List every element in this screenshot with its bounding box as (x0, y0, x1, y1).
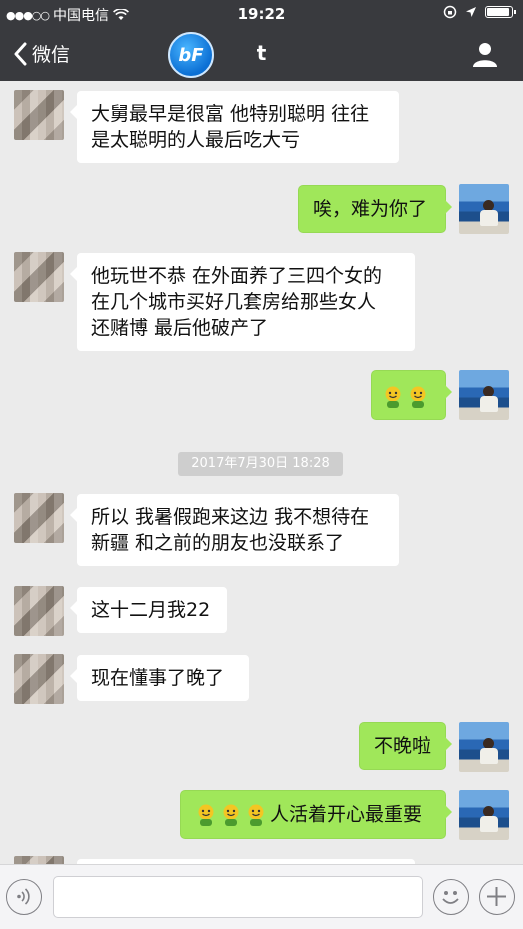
voice-icon (17, 888, 30, 905)
message-text: 不晚啦 (374, 735, 432, 757)
status-bar: ●●●○○ 中国电信 19:22 (0, 0, 523, 28)
message-bubble-outgoing[interactable]: 不晚啦 (359, 722, 452, 770)
message-bubble-incoming[interactable]: 这十二月我22 (70, 586, 228, 634)
message-text: 他玩世不恭 在外面养了三四个女的 在几个城市买好几套房给那些女人 还赌博 最后他… (91, 265, 383, 339)
emoji-icon (220, 803, 242, 827)
input-bar (0, 864, 523, 929)
plus-button[interactable] (479, 879, 515, 915)
message-bubble-outgoing[interactable]: 人活着开心最重要 (180, 790, 452, 839)
contact-avatar[interactable] (14, 493, 64, 543)
rotation-lock-icon (443, 5, 457, 19)
message-input[interactable] (53, 876, 423, 918)
message-bubble-incoming[interactable]: 他玩世不恭 在外面养了三四个女的 在几个城市买好几套房给那些女人 还赌博 最后他… (70, 252, 416, 352)
message-text: 大舅最早是很富 他特别聪明 往往 是太聪明的人最后吃大亏 (91, 103, 370, 151)
emoji-icon (382, 385, 404, 409)
smiley-icon (442, 891, 459, 904)
message-timestamp: 2017年7月30日 18:28 (178, 452, 343, 476)
plus-icon (487, 887, 506, 906)
message-text: 所以 我暑假跑来这边 我不想待在 新疆 和之前的朋友也没联系了 (91, 506, 370, 554)
contact-avatar[interactable] (14, 654, 64, 704)
user-avatar[interactable] (459, 790, 509, 840)
chat-title: t (256, 41, 267, 65)
battery-level (487, 8, 510, 16)
emoji-button[interactable] (433, 879, 469, 915)
emoji-icon (245, 803, 267, 827)
message-bubble-incoming[interactable]: 大舅最早是很富 他特别聪明 往往 是太聪明的人最后吃大亏 (70, 90, 400, 164)
emoji-icon (195, 803, 217, 827)
battery-icon (485, 6, 516, 18)
message-text: 唉，难为你了 (313, 198, 428, 220)
contact-avatar[interactable] (14, 252, 64, 302)
message-bubble-incoming[interactable]: 所以 我暑假跑来这边 我不想待在 新疆 和之前的朋友也没联系了 (70, 493, 400, 567)
contact-avatar[interactable] (14, 90, 64, 140)
contact-avatar[interactable] (14, 856, 64, 864)
contact-avatar[interactable] (14, 586, 64, 636)
message-bubble-outgoing[interactable]: 唉，难为你了 (298, 185, 452, 233)
message-bubble-outgoing[interactable] (371, 370, 452, 420)
message-text: 人活着开心最重要 (270, 803, 423, 826)
voice-button[interactable] (6, 879, 42, 915)
user-avatar[interactable] (459, 722, 509, 772)
chat-header: 微信 bF t (0, 28, 523, 81)
emoji-icon (407, 385, 429, 409)
user-avatar[interactable] (459, 184, 509, 234)
message-text: 现在懂事了晚了 (91, 667, 225, 689)
location-icon (466, 7, 476, 17)
status-icons (443, 5, 516, 19)
user-avatar[interactable] (459, 370, 509, 420)
message-bubble-incoming[interactable]: 现在懂事了晚了 (70, 654, 250, 702)
message-list[interactable]: 大舅最早是很富 他特别聪明 往往 是太聪明的人最后吃大亏 唉，难为你了 他玩世不… (0, 81, 523, 864)
message-text: 这十二月我22 (91, 599, 211, 621)
person-icon[interactable] (471, 40, 499, 68)
